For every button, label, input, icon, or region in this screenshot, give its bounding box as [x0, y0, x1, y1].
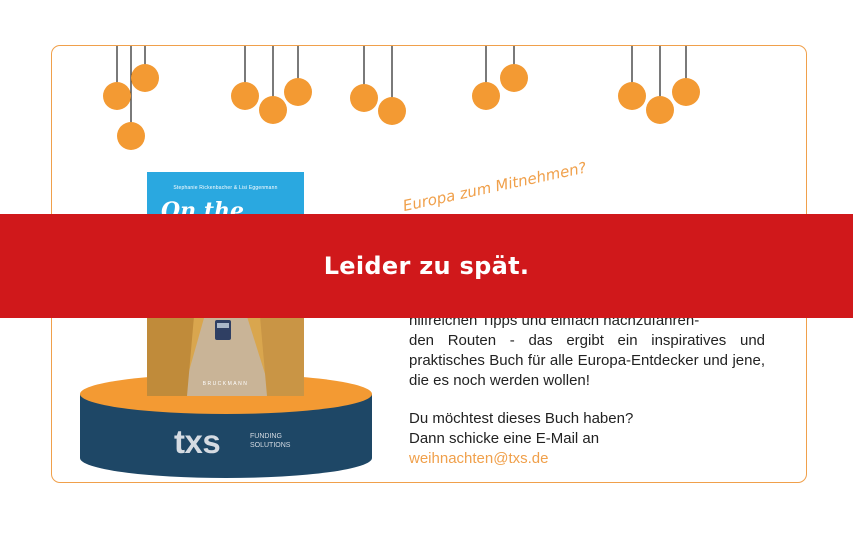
txs-logo: txs: [174, 423, 221, 460]
email-link[interactable]: weihnachten@txs.de: [409, 449, 633, 469]
description-text: den Routen - das ergibt ein inspiratives…: [409, 332, 765, 389]
ornament-ball: [103, 82, 131, 110]
txs-logo-tagline: FUNDING SOLUTIONS: [250, 433, 291, 449]
ornament-ball: [618, 82, 646, 110]
ornament-ball: [378, 97, 406, 125]
ornament-ball: [131, 64, 159, 92]
ornament-ball: [500, 64, 528, 92]
call-to-action: Du möchtest dieses Buch haben? Dann schi…: [409, 409, 633, 469]
ornament-ball: [117, 122, 145, 150]
cta-question: Du möchtest dieses Buch haben?: [409, 410, 634, 427]
ornament-ball: [231, 82, 259, 110]
book-authors: Stephanie Rickenbacher & Lisi Eggenmann: [173, 185, 278, 191]
banner-text: Leider zu spät.: [323, 252, 530, 280]
ornament-ball: [472, 82, 500, 110]
ornament-ball: [350, 84, 378, 112]
hanging-ornaments: [103, 46, 700, 150]
ornament-ball: [672, 78, 700, 106]
book-publisher: BRUCKMANN: [202, 381, 249, 387]
book-description: hilfreichen Tipps und einfach nachzufahr…: [409, 311, 765, 391]
ornament-ball: [259, 96, 287, 124]
cta-instruction: Dann schicke eine E-Mail an: [409, 430, 600, 447]
expired-banner: Leider zu spät.: [0, 214, 853, 318]
ornament-ball: [646, 96, 674, 124]
ornament-ball: [284, 78, 312, 106]
